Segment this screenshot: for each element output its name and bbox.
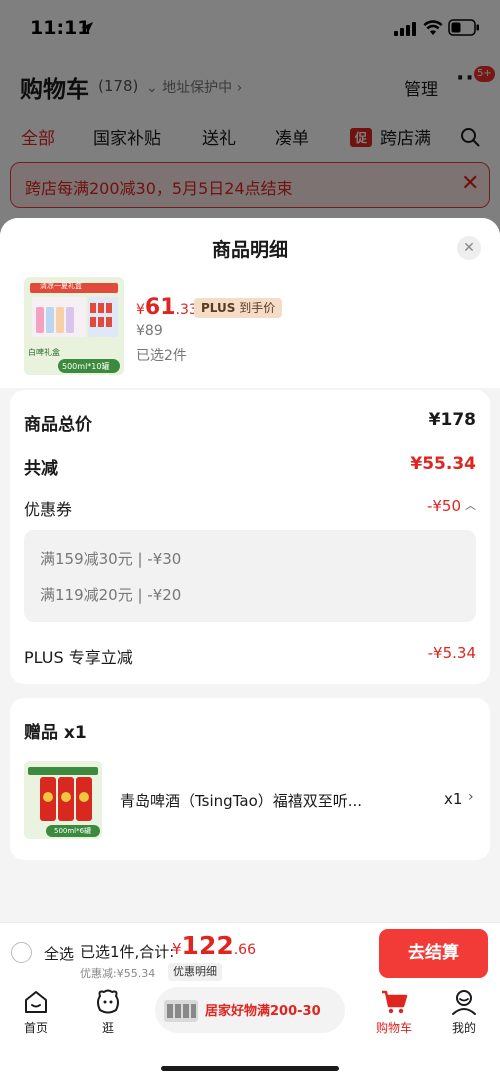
coupon-details: 满159减30元 | -¥30 满119减20元 | -¥20 (24, 530, 476, 622)
discount-detail-button[interactable]: 优惠明细 (168, 963, 222, 981)
chevron-up-icon[interactable]: ︿ (465, 497, 476, 513)
tabbar-promo-text: 居家好物满200-30 (205, 1004, 321, 1019)
close-icon[interactable]: ✕ (457, 236, 481, 260)
reduction-row: 共减 ¥55.34 (24, 454, 476, 479)
checkout-button[interactable]: 去结算 (379, 929, 488, 978)
gift-title: 赠品 x1 (24, 723, 87, 743)
selected-quantity: 已选2件 (136, 348, 187, 364)
home-indicator (161, 1066, 339, 1071)
browse-face-icon (97, 989, 119, 1014)
plus-discount-row: PLUS 专享立减 -¥5.34 (24, 644, 476, 668)
coupon-label: 优惠券 (24, 500, 73, 519)
tabbar-browse-label: 逛 (101, 1021, 114, 1035)
product-image-label-top: 清凉一夏礼盒 (40, 282, 82, 290)
selected-summary: 已选1件,合计: (80, 943, 175, 961)
tabbar-cart[interactable]: 购物车 (364, 988, 424, 1036)
tabbar-home[interactable]: 首页 (6, 988, 66, 1036)
coupon-item: 满159减30元 | -¥30 (40, 550, 182, 568)
coupon-item: 满119减20元 | -¥20 (40, 586, 182, 604)
tabbar-cart-label: 购物车 (375, 1021, 412, 1035)
shopping-cart-icon (382, 990, 408, 1014)
original-price: ¥89 (136, 323, 163, 339)
chevron-right-icon[interactable]: › (468, 789, 474, 805)
discount-amount: 优惠减:¥55.34 (80, 967, 156, 980)
gift-card: 赠品 x1 500ml*6罐 青岛啤酒（TsingTao）福禧双至听... x1… (10, 698, 490, 860)
plus-discount-label: PLUS 专享立减 (24, 648, 133, 667)
total-price-value: ¥178 (428, 410, 476, 430)
tabbar-home-label: 首页 (23, 1021, 48, 1035)
total-price-label: 商品总价 (24, 415, 92, 435)
sheet-header: 商品明细 ✕ 清凉一夏礼盒 白啤礼盒 500ml*10罐 ¥61.33 PLUS… (0, 218, 500, 388)
gift-quantity: x1 (444, 790, 463, 808)
reduction-value: ¥55.34 (410, 454, 476, 474)
gift-image-label: 500ml*6罐 (54, 827, 92, 835)
select-all-label[interactable]: 全选 (44, 943, 74, 964)
plus-price-badge: PLUS 到手价 (194, 298, 283, 318)
home-icon (25, 991, 47, 1013)
reduction-label: 共减 (24, 459, 58, 479)
gift-name[interactable]: 青岛啤酒（TsingTao）福禧双至听... (120, 790, 362, 811)
total-price-row: 商品总价 ¥178 (24, 410, 476, 435)
tabbar-me-label: 我的 (451, 1021, 476, 1035)
checkout-total: ¥122.66 (172, 931, 256, 960)
tabbar-browse[interactable]: 逛 (78, 988, 138, 1036)
plus-discount-value: -¥5.34 (427, 644, 476, 662)
product-image[interactable]: 清凉一夏礼盒 白啤礼盒 500ml*10罐 (24, 277, 124, 375)
checkout-bar: 全选 已选1件,合计: ¥122.66 优惠减:¥55.34 优惠明细 去结算 (0, 922, 500, 982)
sheet-title: 商品明细 (211, 239, 288, 261)
profile-icon (452, 990, 476, 1015)
coupon-value: -¥50 (426, 497, 461, 515)
product-image-label-left: 白啤礼盒 (28, 348, 60, 357)
product-price: ¥61.33 (136, 295, 198, 320)
select-all-checkbox[interactable] (11, 942, 32, 963)
coupon-row[interactable]: 优惠券 -¥50 ︿ (24, 496, 476, 520)
price-summary-card: 商品总价 ¥178 共减 ¥55.34 优惠券 -¥50 ︿ 满159减30元 |… (10, 390, 490, 684)
tabbar-me[interactable]: 我的 (434, 988, 494, 1036)
gift-image[interactable]: 500ml*6罐 (24, 761, 102, 839)
tabbar-promo[interactable]: 居家好物满200-30 (155, 987, 345, 1033)
product-image-label-bottom: 500ml*10罐 (62, 362, 110, 371)
promo-product-icon (164, 1000, 198, 1022)
